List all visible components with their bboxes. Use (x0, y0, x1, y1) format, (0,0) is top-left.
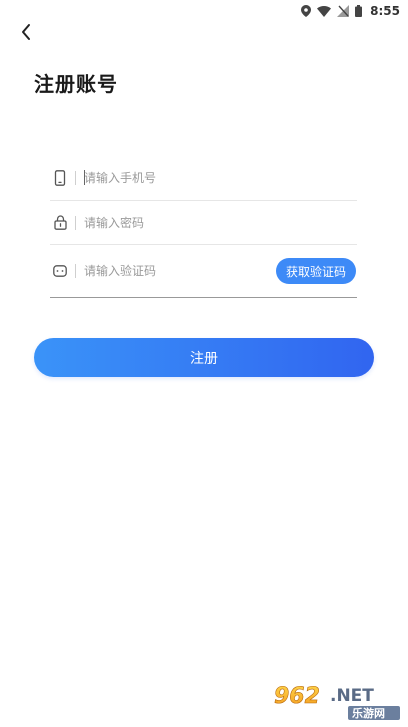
watermark-logo: 962 .NET 乐游网 (272, 681, 402, 721)
password-row (50, 201, 357, 245)
status-bar: 8:55 (0, 0, 408, 22)
text-caret (84, 170, 85, 185)
wifi-icon (317, 5, 332, 17)
code-row: 获取验证码 (50, 245, 357, 298)
back-button[interactable] (14, 22, 38, 46)
field-divider (75, 170, 76, 185)
svg-text:.NET: .NET (330, 686, 374, 706)
battery-icon (355, 5, 363, 17)
lock-icon (51, 214, 69, 232)
password-input[interactable] (84, 215, 357, 230)
status-time: 8:55 (370, 4, 400, 18)
field-divider (75, 215, 76, 230)
chat-icon (51, 262, 69, 280)
field-divider (75, 264, 76, 278)
svg-text:乐游网: 乐游网 (352, 706, 385, 720)
svg-text:962: 962 (274, 684, 320, 709)
register-form: 获取验证码 (50, 155, 357, 298)
register-button[interactable]: 注册 (34, 338, 374, 377)
no-signal-icon (337, 5, 350, 17)
chevron-left-icon (20, 23, 32, 45)
phone-input[interactable] (84, 170, 357, 185)
location-icon (301, 5, 312, 17)
phone-icon (51, 169, 69, 187)
verification-code-input[interactable] (84, 264, 276, 278)
page-title: 注册账号 (34, 72, 118, 96)
phone-row (50, 155, 357, 201)
get-code-button[interactable]: 获取验证码 (275, 258, 356, 284)
